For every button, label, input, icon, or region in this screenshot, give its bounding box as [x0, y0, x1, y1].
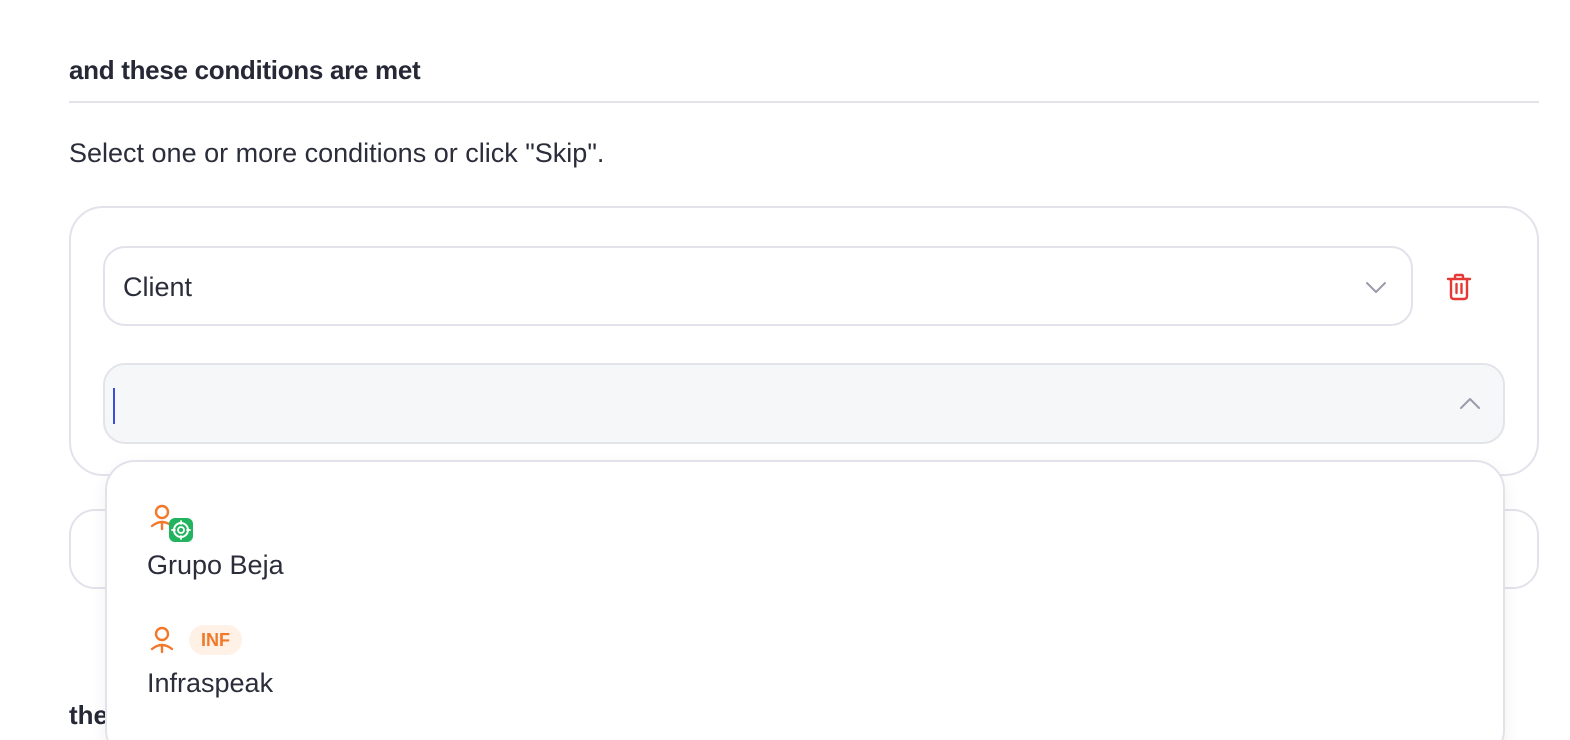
- next-section-title: the: [69, 700, 108, 730]
- option-infraspeak[interactable]: INF Infraspeak: [107, 620, 1503, 730]
- option-label: Grupo Beja: [147, 550, 284, 580]
- options-dropdown: Grupo Beja INF Infraspeak: [105, 460, 1505, 740]
- option-grupo-beja[interactable]: Grupo Beja: [107, 502, 1503, 612]
- text-caret: [113, 388, 115, 424]
- condition-field-select[interactable]: Client: [103, 246, 1413, 326]
- condition-value-combobox[interactable]: [103, 363, 1505, 444]
- option-icons: [147, 502, 193, 542]
- instructions-text: Select one or more conditions or click "…: [69, 138, 605, 168]
- condition-value-input[interactable]: [111, 377, 1431, 431]
- chevron-up-icon: [1460, 398, 1480, 409]
- divider: [69, 101, 1539, 103]
- section-title: and these conditions are met: [69, 55, 421, 85]
- client-badge: INF: [189, 625, 242, 655]
- trash-icon: [1446, 273, 1472, 301]
- option-label: Infraspeak: [147, 668, 274, 698]
- chevron-down-icon: [1366, 282, 1386, 293]
- delete-condition-button[interactable]: [1440, 268, 1478, 306]
- client-icon: [150, 504, 193, 542]
- client-icon: [150, 626, 174, 654]
- option-icons: INF: [147, 620, 242, 660]
- condition-field-value: Client: [123, 272, 193, 302]
